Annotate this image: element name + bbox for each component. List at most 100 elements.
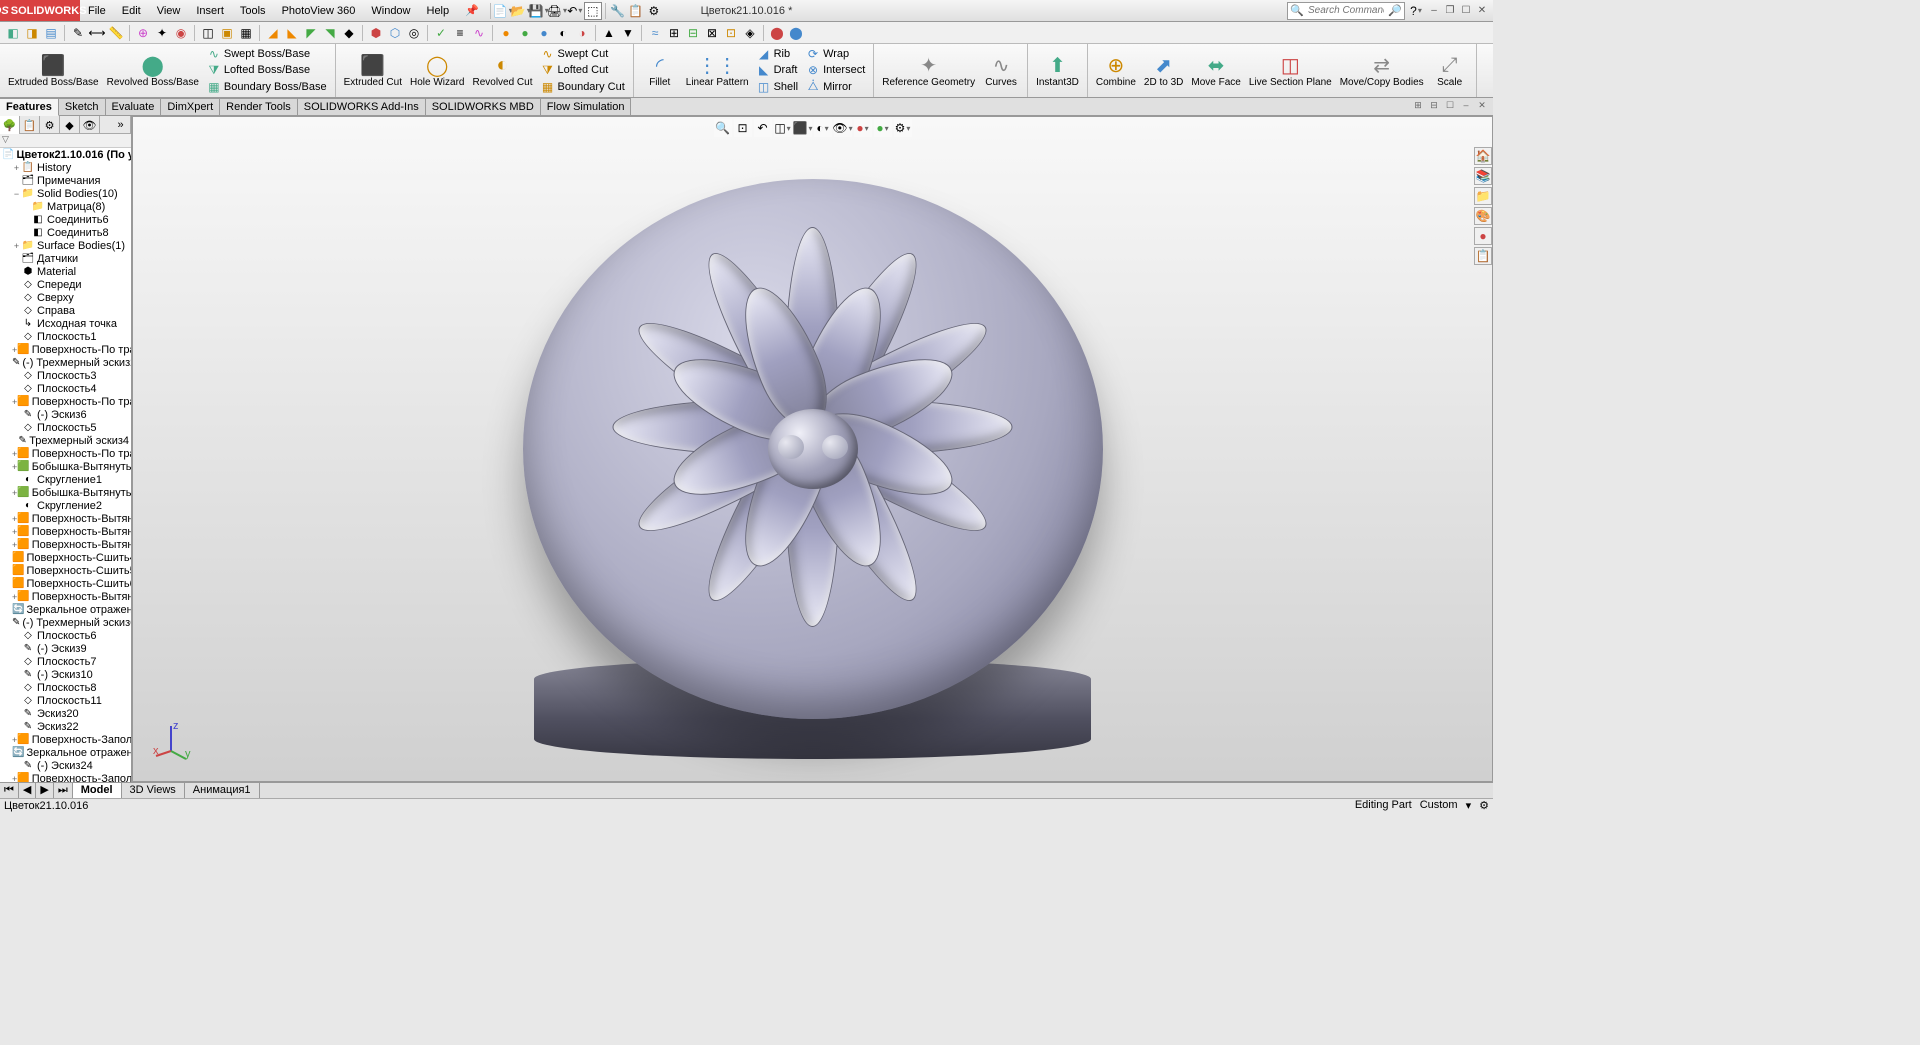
scale-button[interactable]: ⤢Scale bbox=[1428, 46, 1472, 95]
tp-file-explorer-icon[interactable]: 📁 bbox=[1474, 187, 1492, 205]
tree-node[interactable]: 🟧Поверхность-Сшить5 bbox=[0, 564, 131, 577]
tb-flow3-icon[interactable]: ⊟ bbox=[684, 24, 702, 42]
tb-measure-icon[interactable]: 📏 bbox=[107, 24, 125, 42]
fm-tab-config-icon[interactable]: ⚙ bbox=[40, 116, 60, 134]
tree-node[interactable]: ✎Трехмерный эскиз4 bbox=[0, 434, 131, 447]
tb-misc1-icon[interactable]: ▲ bbox=[600, 24, 618, 42]
menu-insert[interactable]: Insert bbox=[188, 0, 232, 22]
fm-tab-display-icon[interactable]: 👁 bbox=[80, 116, 100, 134]
tb-flow2-icon[interactable]: ⊞ bbox=[665, 24, 683, 42]
reference-geometry-button[interactable]: ✦Reference Geometry bbox=[878, 46, 979, 95]
tb-flow5-icon[interactable]: ⊡ bbox=[722, 24, 740, 42]
tb-render2-icon[interactable]: ● bbox=[516, 24, 534, 42]
feature-tree[interactable]: 📄Цветок21.10.016 (По умол+📋History🗂Приме… bbox=[0, 148, 131, 782]
select-button[interactable]: ⬚ bbox=[584, 2, 602, 20]
tb-surf1-icon[interactable]: ◢ bbox=[264, 24, 282, 42]
tb-surf2-icon[interactable]: ◣ bbox=[283, 24, 301, 42]
tree-node[interactable]: ✎(-) Трехмерный эскиз2 bbox=[0, 356, 131, 369]
tb-view1-icon[interactable]: ▣ bbox=[218, 24, 236, 42]
tab-last-icon[interactable]: ⏭ bbox=[54, 783, 73, 798]
edit-appearance-icon[interactable]: ● bbox=[854, 119, 872, 137]
print-button[interactable]: 🖨 bbox=[548, 2, 566, 20]
tab-3d-views[interactable]: 3D Views bbox=[122, 783, 185, 798]
tree-node[interactable]: ◐Скругление1 bbox=[0, 473, 131, 486]
tree-node[interactable]: ◇Справа bbox=[0, 304, 131, 317]
draft-button[interactable]: ◣Draft bbox=[755, 62, 800, 78]
zoom-fit-icon[interactable]: 🔍 bbox=[714, 119, 732, 137]
lofted-boss-button[interactable]: ⧩Lofted Boss/Base bbox=[205, 62, 329, 78]
tree-node[interactable]: ◇Плоскость3 bbox=[0, 369, 131, 382]
tree-node[interactable]: 🟧Поверхность-Сшить4 bbox=[0, 551, 131, 564]
tree-node[interactable]: +🟩Бобышка-Вытянуть1 bbox=[0, 460, 131, 473]
tab-sw-mbd[interactable]: SOLIDWORKS MBD bbox=[426, 98, 541, 115]
curves-button[interactable]: ∿Curves bbox=[979, 46, 1023, 95]
fillet-button[interactable]: ◜Fillet bbox=[638, 46, 682, 95]
tree-node[interactable]: ✎(-) Эскиз6 bbox=[0, 408, 131, 421]
tb-surf4-icon[interactable]: ◥ bbox=[321, 24, 339, 42]
display-style-icon[interactable]: ◐ bbox=[814, 119, 832, 137]
live-section-button[interactable]: ◫Live Section Plane bbox=[1245, 46, 1336, 95]
tree-node[interactable]: ◇Сверху bbox=[0, 291, 131, 304]
tree-node[interactable]: ✎(-) Эскиз10 bbox=[0, 668, 131, 681]
mirror-button[interactable]: ⧊Mirror bbox=[804, 79, 867, 95]
tb-view2-icon[interactable]: ▦ bbox=[237, 24, 255, 42]
status-gear-icon[interactable]: ⚙ bbox=[1479, 799, 1489, 812]
hide-show-icon[interactable]: 👁 bbox=[834, 119, 852, 137]
tb-sketch-icon[interactable]: ✎ bbox=[69, 24, 87, 42]
rib-button[interactable]: ◢Rib bbox=[755, 46, 800, 62]
tab-sw-addins[interactable]: SOLIDWORKS Add-Ins bbox=[298, 98, 426, 115]
tb-explode-icon[interactable]: ✦ bbox=[153, 24, 171, 42]
menu-file[interactable]: File bbox=[80, 0, 114, 22]
rebuild-button[interactable]: 🔧 bbox=[609, 2, 627, 20]
open-doc-button[interactable]: 📂 bbox=[512, 2, 530, 20]
tree-node[interactable]: 🗂Датчики bbox=[0, 252, 131, 265]
tree-node[interactable]: 🔄Зеркальное отражение bbox=[0, 603, 131, 616]
tree-node[interactable]: +📋History bbox=[0, 161, 131, 174]
fm-tab-property-icon[interactable]: 📋 bbox=[20, 116, 40, 134]
restore-icon[interactable]: ❐ bbox=[1443, 4, 1457, 18]
options-button[interactable]: 📋 bbox=[627, 2, 645, 20]
tb-eval3-icon[interactable]: ◎ bbox=[405, 24, 423, 42]
help-button[interactable]: ? bbox=[1407, 2, 1425, 20]
hole-wizard-button[interactable]: ◯Hole Wizard bbox=[406, 46, 468, 95]
tree-node[interactable]: +🟧Поверхность-Заполнит bbox=[0, 733, 131, 746]
view-orient-icon[interactable]: ⬛ bbox=[794, 119, 812, 137]
shell-button[interactable]: ◫Shell bbox=[755, 79, 800, 95]
minimize-icon[interactable]: – bbox=[1427, 4, 1441, 18]
vp-max-icon[interactable]: ☐ bbox=[1443, 98, 1457, 112]
tb-section-icon[interactable]: ◫ bbox=[199, 24, 217, 42]
vp-tile-icon[interactable]: ⊞ bbox=[1411, 98, 1425, 112]
menu-window[interactable]: Window bbox=[363, 0, 418, 22]
fm-tab-tree-icon[interactable]: 🌳 bbox=[0, 116, 20, 134]
extruded-boss-button[interactable]: ⬛Extruded Boss/Base bbox=[4, 46, 103, 95]
tree-node[interactable]: +🟧Поверхность-По траект bbox=[0, 395, 131, 408]
tb-motion-icon[interactable]: ◉ bbox=[172, 24, 190, 42]
new-doc-button[interactable]: 📄 bbox=[494, 2, 512, 20]
tree-node[interactable]: +🟧Поверхность-По траект bbox=[0, 343, 131, 356]
menu-photoview[interactable]: PhotoView 360 bbox=[274, 0, 364, 22]
tree-node[interactable]: +🟧Поверхность-Вытянуть bbox=[0, 512, 131, 525]
menu-pin-icon[interactable]: 📌 bbox=[457, 0, 487, 22]
close-icon[interactable]: ✕ bbox=[1475, 4, 1489, 18]
apply-scene-icon[interactable]: ● bbox=[874, 119, 892, 137]
tb-surf5-icon[interactable]: ◆ bbox=[340, 24, 358, 42]
intersect-button[interactable]: ⊗Intersect bbox=[804, 62, 867, 78]
menu-view[interactable]: View bbox=[149, 0, 189, 22]
tab-next-icon[interactable]: ▶ bbox=[36, 783, 53, 798]
tab-prev-icon[interactable]: ◀ bbox=[19, 783, 36, 798]
tab-flow-sim[interactable]: Flow Simulation bbox=[541, 98, 632, 115]
fm-tab-dimxpert-icon[interactable]: ◆ bbox=[60, 116, 80, 134]
menu-edit[interactable]: Edit bbox=[114, 0, 149, 22]
2d-to-3d-button[interactable]: ⬈2D to 3D bbox=[1140, 46, 1187, 95]
boundary-boss-button[interactable]: ▦Boundary Boss/Base bbox=[205, 79, 329, 95]
tree-node[interactable]: −📁Solid Bodies(10) bbox=[0, 187, 131, 200]
zoom-area-icon[interactable]: ⊡ bbox=[734, 119, 752, 137]
tree-node[interactable]: 📄Цветок21.10.016 (По умол bbox=[0, 148, 131, 161]
orientation-triad-icon[interactable]: z x y bbox=[151, 721, 191, 761]
tree-node[interactable]: 🔄Зеркальное отражение bbox=[0, 746, 131, 759]
tree-node[interactable]: ✎Эскиз20 bbox=[0, 707, 131, 720]
maximize-icon[interactable]: ☐ bbox=[1459, 4, 1473, 18]
tab-animation[interactable]: Анимация1 bbox=[185, 783, 260, 798]
tp-design-lib-icon[interactable]: 📚 bbox=[1474, 167, 1492, 185]
tree-node[interactable]: ◇Плоскость11 bbox=[0, 694, 131, 707]
